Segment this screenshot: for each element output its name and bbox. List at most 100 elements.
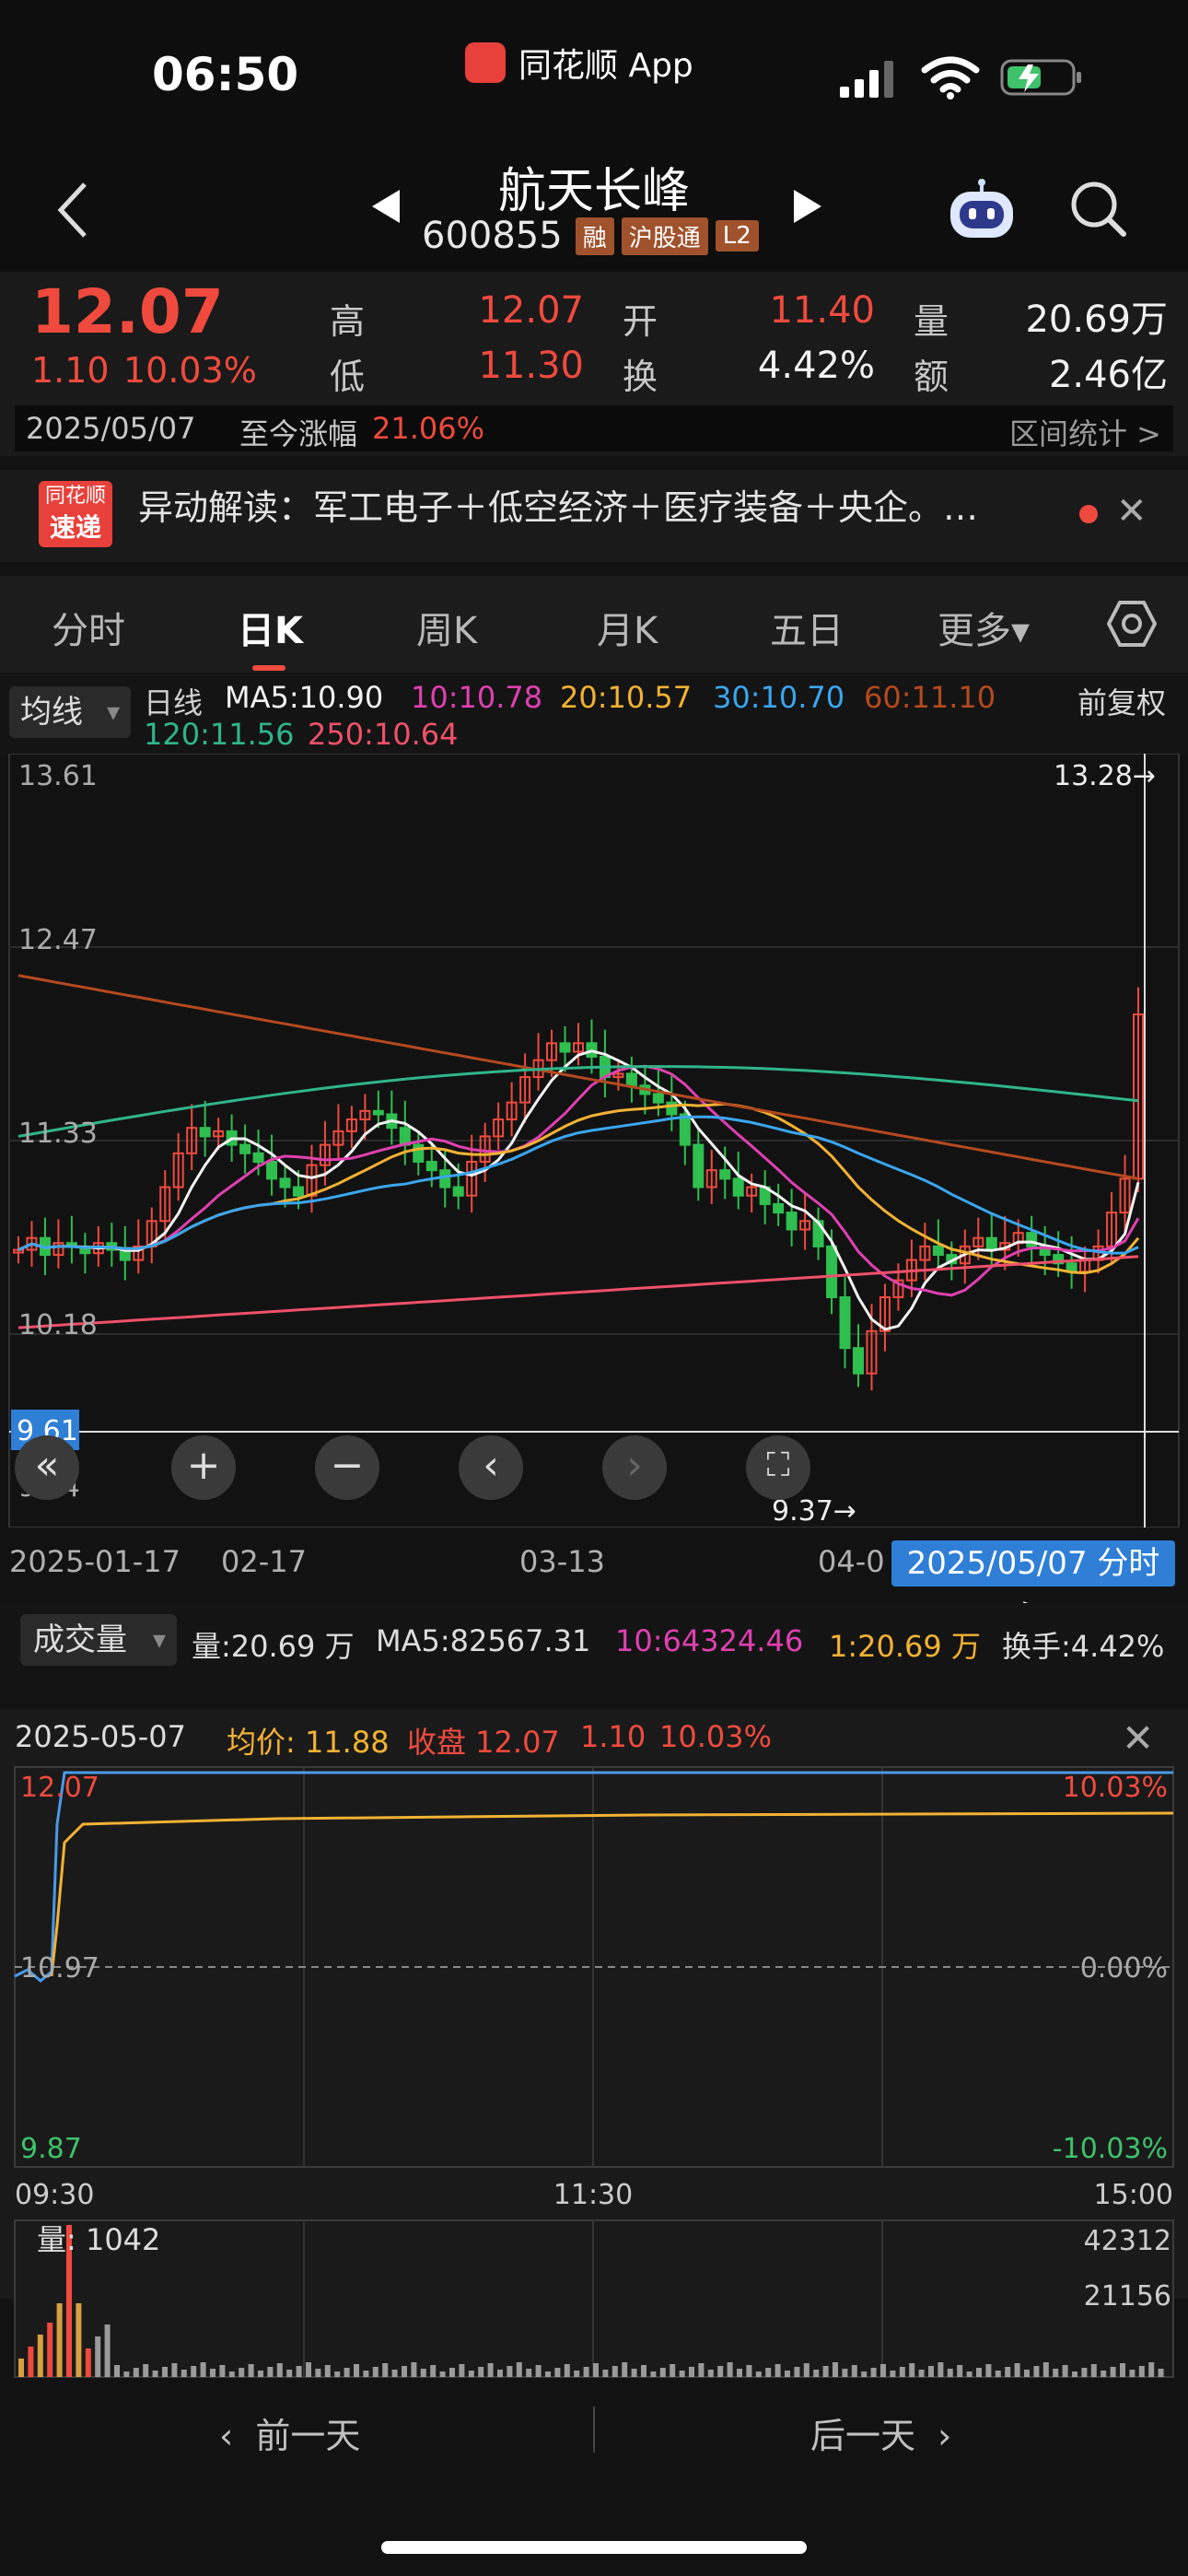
intra-pct-mid: 0.00%	[1080, 1952, 1168, 1985]
scroll-left-icon[interactable]: «	[15, 1435, 79, 1500]
intraday-volume-bar	[918, 2370, 925, 2377]
indicator-dropdown[interactable]: 均线	[9, 686, 131, 738]
fullscreen-icon[interactable]: ⛶	[746, 1435, 810, 1500]
intraday-volume-bar	[76, 2303, 82, 2377]
turnover-value: 4.42%	[757, 345, 875, 387]
intraday-volume-bar	[324, 2365, 331, 2377]
candle-body	[679, 1113, 691, 1146]
assistant-robot-icon[interactable]	[945, 177, 1019, 241]
settings-icon[interactable]	[1107, 599, 1157, 649]
news-logo-line2: 速递	[49, 512, 101, 543]
intraday-volume-bar	[1138, 2366, 1145, 2377]
intraday-volume-bar	[947, 2369, 953, 2377]
intraday-volume-bar	[909, 2363, 915, 2377]
app-indicator[interactable]: 同花顺 App	[465, 41, 693, 85]
candle-body	[559, 1042, 571, 1053]
tab-monthly-k[interactable]: 月K	[597, 601, 658, 654]
intraday-volume-bar	[966, 2371, 973, 2377]
intra-time-end: 15:00	[1094, 2179, 1173, 2211]
intraday-volume-bar	[535, 2365, 542, 2377]
zoom-in-icon[interactable]: +	[171, 1435, 236, 1500]
intraday-volume-bar	[1090, 2364, 1097, 2377]
intraday-volume-bar	[1072, 2371, 1077, 2377]
intraday-volume-bar	[707, 2370, 714, 2377]
prev-day-button[interactable]: ‹ 前一天	[219, 2407, 360, 2458]
y-label-4: 10.18	[18, 1309, 98, 1341]
intraday-date: 2025-05-07	[15, 1719, 186, 1754]
tab-active-indicator	[252, 665, 285, 671]
news-close-icon[interactable]: ✕	[1116, 490, 1147, 533]
app-logo-icon	[465, 42, 506, 83]
intraday-volume-bar	[899, 2367, 905, 2377]
intraday-volume-bar	[85, 2348, 91, 2377]
intraday-svg[interactable]: 12.07 10.97 9.87 10.03% 0.00% -10.03% 09…	[0, 1760, 1188, 2386]
intraday-volume-bar	[650, 2371, 657, 2377]
home-indicator[interactable]	[381, 2541, 807, 2554]
kline-svg[interactable]: 13.61 12.47 11.33 10.18 9.04 9.61 13.28→…	[0, 754, 1188, 1528]
candle-body	[293, 1186, 304, 1197]
candle-body	[719, 1169, 731, 1180]
tab-daily-k[interactable]: 日K	[238, 601, 303, 654]
ma250-value: 250:10.64	[308, 717, 459, 752]
search-icon[interactable]	[1068, 179, 1129, 240]
intraday-volume-bar	[487, 2363, 494, 2377]
intra-y-mid: 10.97	[20, 1952, 99, 1985]
intraday-volume-bar	[631, 2369, 637, 2377]
intraday-volume-bar	[239, 2368, 245, 2377]
intraday-volume-bar	[267, 2367, 274, 2377]
range-stats-link[interactable]: 区间统计 >	[1009, 411, 1161, 453]
stock-code: 600855	[422, 215, 563, 257]
next-day-button[interactable]: 后一天 ›	[810, 2407, 951, 2458]
prev-candle-icon[interactable]: ‹	[459, 1435, 523, 1500]
turnover-label: 换	[623, 357, 658, 397]
tab-intraday[interactable]: 分时	[52, 601, 125, 654]
vol-ma10: 10:64324.46	[615, 1623, 804, 1658]
intraday-volume-bar	[258, 2371, 263, 2377]
ma60-value: 60:11.10	[864, 680, 996, 715]
intraday-volume-bar	[162, 2367, 168, 2377]
cum-gain-label: 至今涨幅	[239, 416, 358, 451]
high-value: 12.07	[478, 289, 584, 332]
news-logo: 同花顺 速递	[39, 481, 112, 547]
next-stock-icon[interactable]	[788, 188, 825, 225]
news-text[interactable]: 异动解读：军工电子＋低空经济＋医疗装备＋央企。…	[138, 479, 978, 530]
intraday-volume-bar	[611, 2366, 618, 2377]
ma120-value: 120:11.56	[144, 717, 295, 752]
intraday-volume-bar	[382, 2363, 389, 2377]
vol-turnover: 换手:4.42%	[1002, 1629, 1165, 1664]
intraday-volume-bar	[545, 2371, 551, 2377]
kline-chart[interactable]: 13.61 12.47 11.33 10.18 9.04 9.61 13.28→…	[0, 754, 1188, 1528]
intraday-volume-bar	[995, 2371, 1001, 2377]
low-label: 低	[330, 357, 366, 397]
intraday-volume-bar	[1158, 2369, 1164, 2377]
vol-ma1: 1:20.69 万	[829, 1629, 981, 1664]
intraday-close: 收盘 12.07	[407, 1725, 560, 1760]
adjust-mode[interactable]: 前复权	[1077, 680, 1166, 722]
ma20-value: 20:10.57	[560, 680, 693, 715]
intraday-volume-bar	[420, 2369, 426, 2377]
intraday-volume-bar	[737, 2369, 742, 2377]
volume-dropdown[interactable]: 成交量	[20, 1614, 177, 1666]
intraday-volume-bar	[822, 2366, 829, 2377]
zoom-out-icon[interactable]: −	[315, 1435, 379, 1500]
cum-gain-value: 21.06%	[372, 411, 485, 446]
intraday-close-icon[interactable]: ✕	[1122, 1715, 1154, 1761]
intraday-volume-bar	[1081, 2368, 1088, 2377]
intraday-volume-bar	[1005, 2367, 1011, 2377]
last-price: 12.07	[31, 276, 224, 347]
intraday-volume-bar	[171, 2363, 178, 2377]
tab-more[interactable]: 更多▾	[938, 601, 1030, 654]
intraday-volume-bar	[574, 2371, 580, 2377]
selected-date-button[interactable]: 2025/05/07 分时 >	[891, 1540, 1175, 1628]
intraday-volume-bar	[248, 2364, 254, 2377]
candle-body	[985, 1236, 997, 1251]
next-candle-icon[interactable]: ›	[602, 1435, 667, 1500]
intraday-volume-bar	[1062, 2365, 1068, 2377]
intraday-volume-bar	[928, 2366, 934, 2377]
volume-label: 量	[914, 301, 949, 342]
candle-body	[625, 1072, 637, 1087]
intraday-volume-bar	[449, 2368, 455, 2377]
tab-five-day[interactable]: 五日	[770, 601, 844, 654]
tab-weekly-k[interactable]: 周K	[416, 601, 477, 654]
intraday-volume-bar	[219, 2365, 226, 2377]
